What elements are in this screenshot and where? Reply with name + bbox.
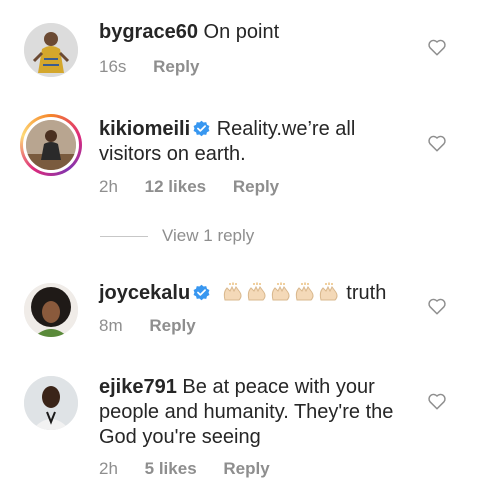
clapping-hands-icon — [247, 282, 266, 301]
comment-meta: 2h 12 likes Reply — [99, 177, 301, 197]
reply-button[interactable]: Reply — [149, 316, 195, 335]
clapping-hands-icon — [271, 282, 290, 301]
username[interactable]: kikiomeili — [99, 118, 190, 140]
reply-button[interactable]: Reply — [233, 177, 279, 196]
timestamp: 16s — [99, 57, 127, 76]
clapping-hands-emoji — [221, 282, 347, 304]
heart-outline-icon[interactable] — [427, 38, 447, 56]
avatar-image — [24, 283, 78, 337]
timestamp: 2h — [99, 177, 118, 196]
avatar[interactable] — [24, 23, 78, 77]
comment-body: On point — [203, 21, 280, 43]
clapping-hands-icon — [295, 282, 314, 301]
comment-meta: 8m Reply — [99, 316, 218, 336]
likes-count[interactable]: 12 likes — [145, 177, 206, 196]
username[interactable]: joycekalu — [99, 282, 190, 304]
story-ring[interactable] — [20, 114, 82, 176]
avatar-image — [24, 376, 78, 430]
username[interactable]: bygrace60 — [99, 21, 198, 43]
comment-meta: 16s Reply — [99, 57, 221, 77]
reply-button[interactable]: Reply — [223, 459, 269, 478]
timestamp: 8m — [99, 316, 123, 335]
verified-badge-icon — [193, 284, 210, 301]
view-replies-label: View 1 reply — [162, 226, 255, 245]
view-replies-button[interactable]: View 1 reply — [100, 226, 254, 246]
clapping-hands-icon — [319, 282, 338, 301]
comment-text: bygrace60 On point — [99, 20, 409, 45]
timestamp: 2h — [99, 459, 118, 478]
comment-text: ejike791 Be at peace with your people an… — [99, 375, 409, 450]
reply-button[interactable]: Reply — [153, 57, 199, 76]
verified-badge-icon — [193, 120, 210, 137]
avatar-image — [26, 120, 76, 170]
avatar[interactable] — [24, 283, 78, 337]
comment-text: joycekalu truth — [99, 281, 409, 306]
heart-outline-icon[interactable] — [427, 297, 447, 315]
divider — [100, 235, 148, 237]
likes-count[interactable]: 5 likes — [145, 459, 197, 478]
avatar[interactable] — [24, 376, 78, 430]
comment-body: truth — [346, 282, 387, 304]
heart-outline-icon[interactable] — [427, 134, 447, 152]
heart-outline-icon[interactable] — [427, 392, 447, 410]
clapping-hands-icon — [223, 282, 242, 301]
comment-text: kikiomeili Reality.we’re all visitors on… — [99, 117, 409, 167]
avatar-image — [24, 23, 78, 77]
username[interactable]: ejike791 — [99, 376, 177, 398]
comment-meta: 2h 5 likes Reply — [99, 459, 292, 479]
